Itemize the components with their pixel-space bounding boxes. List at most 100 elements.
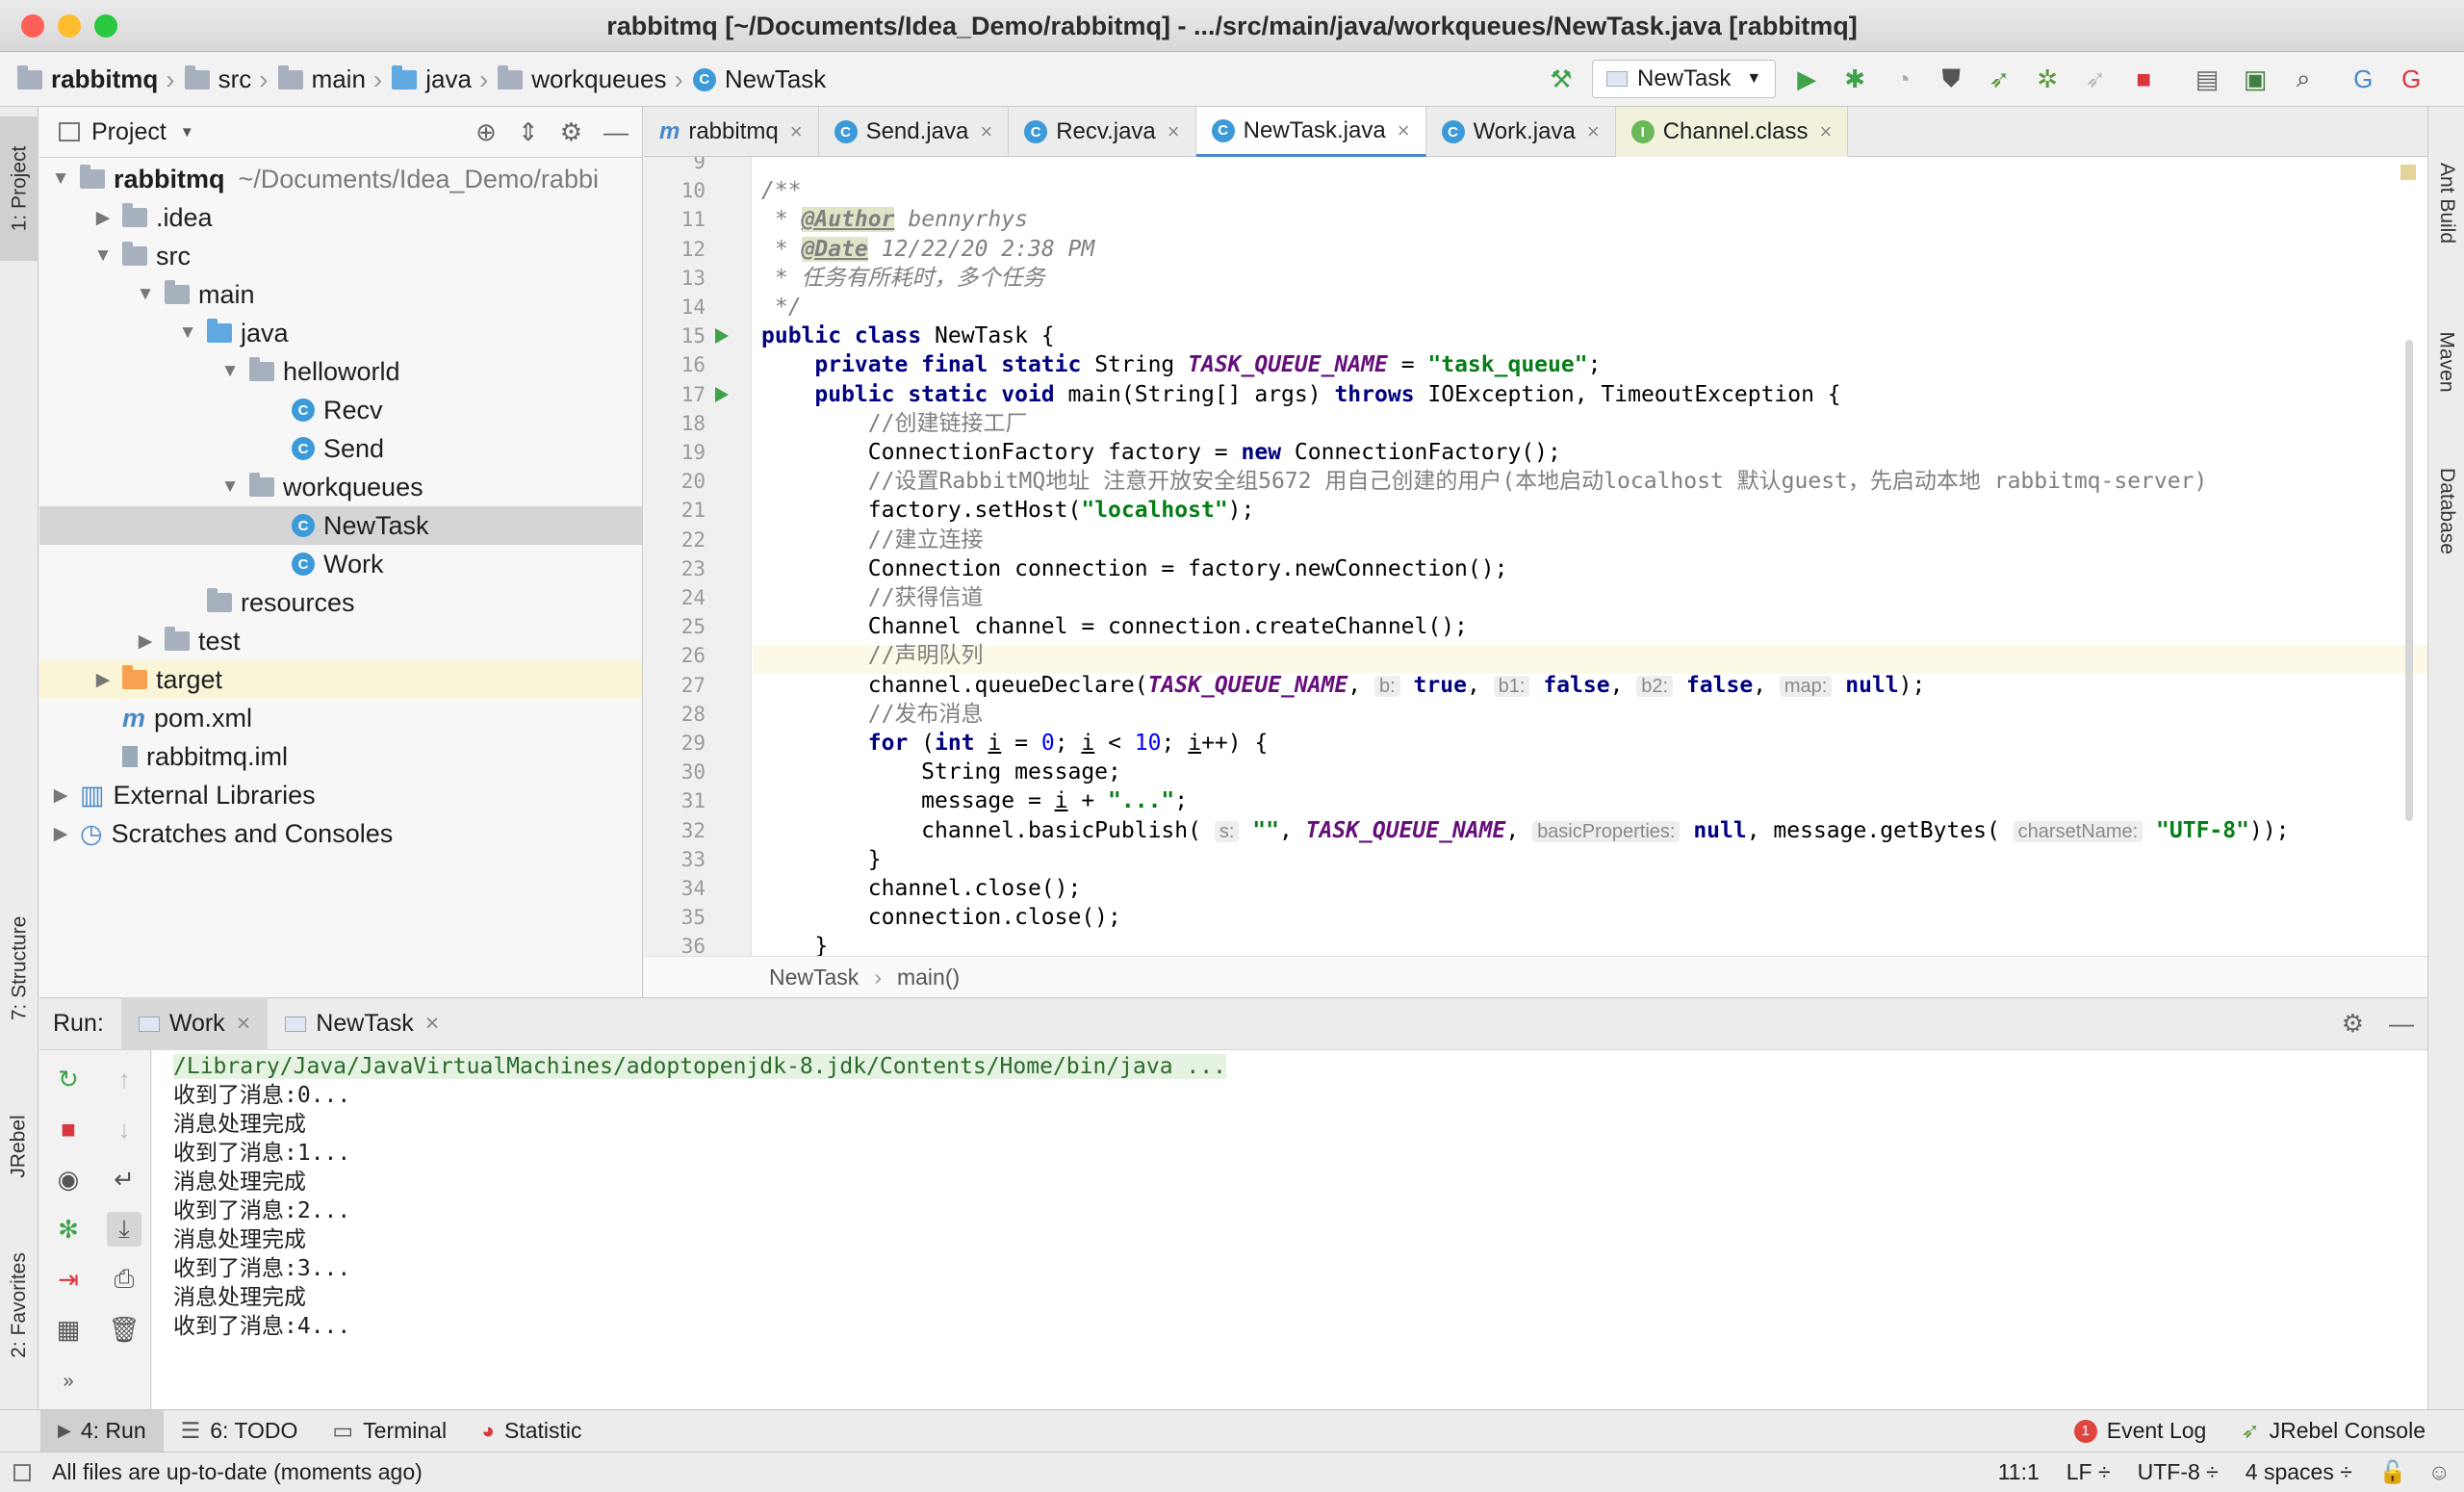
editor-tab[interactable]: m rabbitmq × [644,107,819,157]
tool-tab-todo[interactable]: ☰ 6: TODO [164,1410,316,1453]
stop-icon[interactable]: ■ [51,1112,86,1146]
code-line[interactable]: * 任务有所耗时，多个任务 [761,264,1045,293]
expand-arrow-icon[interactable]: ▶ [51,823,70,845]
close-icon[interactable]: × [237,1010,251,1038]
code-line[interactable]: Connection connection = factory.newConne… [761,554,1508,583]
breadcrumb-item[interactable]: main [312,64,366,94]
expand-arrow-icon[interactable]: ▶ [93,669,113,691]
expand-arrow-icon[interactable]: ▼ [178,322,197,344]
code-line[interactable]: String message; [761,758,1121,786]
editor-tab[interactable]: C NewTask.java × [1195,107,1426,157]
editor-tab[interactable]: I Channel.class × [1615,107,1849,157]
editor-scrollbar[interactable] [2405,340,2413,821]
search-icon[interactable]: ⌕ [2286,62,2321,96]
code-line[interactable]: */ [761,293,802,322]
run-icon[interactable]: ▶ [1789,62,1824,96]
up-arrow-icon[interactable]: ↑ [107,1062,141,1096]
hide-panel-icon[interactable]: — [603,117,629,147]
expand-arrow-icon[interactable]: ▼ [136,284,155,305]
chevron-down-icon[interactable]: ▼ [180,124,194,141]
code-line[interactable]: channel.close(); [761,874,1082,903]
caret-position[interactable]: 11:1 [1998,1459,2040,1485]
tree-item[interactable]: ▶ ◷ Scratches and Consoles [39,814,642,853]
breadcrumb-item[interactable]: src [218,64,252,94]
build-hammer-icon[interactable]: ⚒ [1544,62,1578,96]
stop-icon[interactable]: ■ [2126,62,2161,96]
run-tab-work[interactable]: Work × [120,997,269,1050]
expand-arrow-icon[interactable]: ▶ [93,207,113,229]
close-icon[interactable]: × [1398,118,1410,143]
tree-item[interactable]: ▶ target [39,660,642,699]
gear-icon[interactable]: ⚙ [2342,1009,2364,1039]
code-line[interactable]: //发布消息 [761,700,984,729]
run-coverage-icon[interactable]: ◔ [1886,62,1920,96]
run-anything-icon[interactable]: ▣ [2238,62,2272,96]
code-line[interactable]: //获得信道 [761,583,984,612]
close-icon[interactable]: × [790,119,803,144]
code-line[interactable]: connection.close(); [761,903,1121,932]
run-config-select[interactable]: NewTask ▼ [1592,60,1777,98]
exit-icon[interactable]: ⇥ [51,1262,86,1297]
layout-icon[interactable]: ▦ [51,1312,86,1347]
expand-arrow-icon[interactable]: ▶ [51,785,70,807]
code-line[interactable]: ConnectionFactory factory = new Connecti… [761,438,1561,467]
tree-item[interactable]: C Work [39,545,642,583]
gear-icon[interactable]: ⚙ [560,117,582,147]
tool-tab-maven[interactable]: Maven [2428,299,2464,424]
close-icon[interactable]: × [1819,119,1832,144]
jrebel-debug-icon[interactable]: ✲ [2030,62,2065,96]
debug-bug-icon[interactable]: ✱ [1837,62,1872,96]
code-line[interactable]: channel.basicPublish( s: "", TASK_QUEUE_… [761,816,2289,845]
locate-crosshair-icon[interactable]: ⊕ [475,117,497,147]
code-line[interactable]: //建立连接 [761,526,984,554]
tool-tab-jrebel[interactable]: JRebel [0,1089,38,1204]
code-line[interactable]: //设置RabbitMQ地址 注意开放安全组5672 用自己创建的用户(本地启动… [761,467,2208,496]
tool-tab-structure[interactable]: 7: Structure [0,896,38,1041]
tree-item[interactable]: ▼ java [39,314,642,352]
crumb-method[interactable]: main() [897,965,960,990]
breadcrumb-item[interactable]: NewTask [725,64,826,94]
tree-item[interactable]: ▼ workqueues [39,468,642,506]
tree-item[interactable]: rabbitmq.iml [39,737,642,776]
breadcrumb-item[interactable]: java [425,64,472,94]
google-translate-icon[interactable]: G [2346,62,2380,96]
tree-item[interactable]: ▶ test [39,622,642,660]
run-console[interactable]: /Library/Java/JavaVirtualMachines/adopto… [152,1050,2427,1409]
project-structure-icon[interactable]: ▤ [2190,62,2224,96]
editor-tab[interactable]: C Recv.java × [1009,107,1196,157]
tool-tab-terminal[interactable]: ▭ Terminal [315,1410,464,1453]
tree-item[interactable]: ▼ helloworld [39,352,642,391]
code-line[interactable]: } [761,845,882,874]
tree-item[interactable]: ▼ main [39,275,642,314]
inspection-status-icon[interactable] [2400,165,2416,180]
scroll-to-end-icon[interactable]: ⤓ [107,1212,141,1247]
expand-arrow-icon[interactable]: ▼ [93,245,113,267]
tool-tab-ant-build[interactable]: Ant Build [2428,126,2464,280]
editor-tab[interactable]: C Work.java × [1426,107,1616,157]
tool-tab-database[interactable]: Database [2428,434,2464,588]
close-icon[interactable]: × [1587,119,1600,144]
run-gutter-icon[interactable] [715,386,729,402]
run-gutter-icon[interactable] [715,328,729,345]
jrebel-attach-icon[interactable]: ➶ [2078,62,2113,96]
code-line[interactable]: * @Date 12/22/20 2:38 PM [761,235,1094,264]
code-line[interactable]: private final static String TASK_QUEUE_N… [761,350,1601,379]
code-line[interactable]: public static void main(String[] args) t… [761,380,1840,409]
tree-item[interactable]: resources [39,583,642,622]
profile-icon[interactable]: ⛊ [1934,62,1968,96]
line-separator[interactable]: LF ÷ [2066,1459,2111,1485]
camera-icon[interactable]: ◉ [51,1162,86,1196]
tool-tab-statistic[interactable]: ◕ Statistic [464,1410,599,1453]
restore-layout-icon[interactable]: ✻ [51,1212,86,1247]
code-line[interactable]: * @Author bennyrhys [761,205,1028,234]
run-tab-newtask[interactable]: NewTask × [268,997,456,1050]
google-search-icon[interactable]: G [2394,62,2428,96]
toggle-tool-windows-icon[interactable] [13,1463,31,1481]
breadcrumb-item[interactable]: workqueues [531,64,666,94]
close-icon[interactable]: × [425,1010,440,1038]
tree-item[interactable]: C Recv [39,391,642,429]
expand-arrow-icon[interactable]: ▼ [220,361,240,382]
breadcrumb-item[interactable]: rabbitmq [51,64,158,94]
soft-wrap-icon[interactable]: ↵ [107,1162,141,1196]
tool-tab-event-log[interactable]: 1 Event Log [2057,1410,2224,1453]
